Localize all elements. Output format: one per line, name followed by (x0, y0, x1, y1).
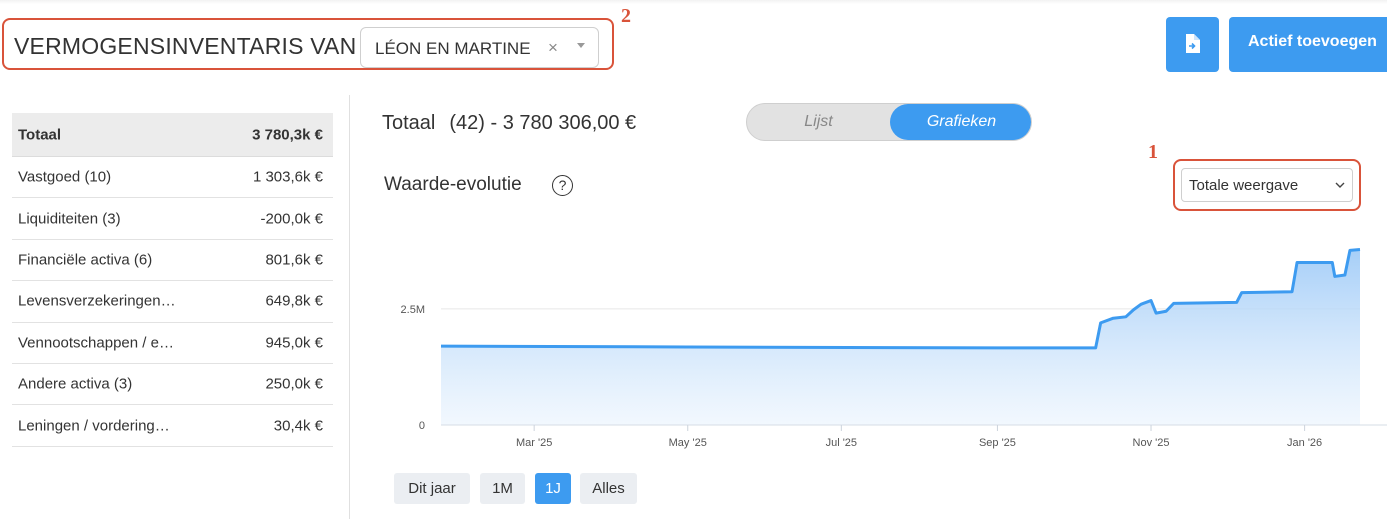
x-tick-label: Sep '25 (979, 437, 1016, 449)
summary-row-label: Liquiditeiten (3) (18, 210, 121, 228)
summary-row-amount: 1 303,6k € (252, 168, 323, 186)
value-evolution-chart: 0 2.5M Mar '25 May '25 Jul '25 Sep '25 Nov '25… (401, 248, 1387, 449)
add-asset-button-label: Actief toevoegen (1248, 33, 1377, 50)
total-label: Totaal (382, 112, 436, 134)
summary-row[interactable]: Levensverzekeringen… 649,8k € (12, 281, 333, 323)
x-tick-label: Jan '26 (1287, 437, 1322, 449)
summary-row-amount: 30,4k € (273, 417, 323, 435)
x-tick-label: Nov '25 (1133, 437, 1170, 449)
chart-title: Waarde-evolutie (384, 174, 522, 195)
export-button[interactable] (1166, 17, 1219, 72)
range-button-this-year[interactable]: Dit jaar (394, 473, 470, 504)
summary-row-label: Financiële activa (6) (18, 251, 153, 269)
x-tick-label: May '25 (669, 437, 707, 449)
file-export-icon (1186, 34, 1200, 53)
total-line: Totaal (42) - 3 780 306,00 € (382, 112, 636, 135)
view-select-highlight: Totale weergave (1173, 159, 1361, 211)
range-button-1m[interactable]: 1M (480, 473, 525, 504)
annotation-marker-2: 2 (621, 5, 631, 27)
summary-row-label: Andere activa (3) (18, 375, 133, 393)
total-count-value: (42) - 3 780 306,00 € (449, 112, 637, 134)
summary-row-amount: 801,6k € (265, 251, 323, 269)
summary-row-amount: 945,0k € (265, 334, 323, 352)
page-title: VERMOGENSINVENTARIS VAN (14, 33, 357, 59)
series-area (441, 249, 1360, 425)
summary-row[interactable]: Vennootschappen / e… 945,0k € (12, 323, 333, 364)
view-toggle: Lijst Grafieken (746, 103, 1032, 141)
clear-icon[interactable]: × (548, 38, 558, 58)
summary-row-amount: -200,0k € (260, 210, 323, 228)
title-row-highlight: VERMOGENSINVENTARIS VAN LÉON EN MARTINE … (2, 18, 614, 70)
view-select[interactable]: Totale weergave (1181, 168, 1353, 202)
summary-row[interactable]: Leningen / vordering… 30,4k € (12, 405, 333, 447)
summary-row[interactable]: Andere activa (3) 250,0k € (12, 364, 333, 406)
client-select-value: LÉON EN MARTINE (375, 39, 531, 58)
x-tick-label: Mar '25 (516, 437, 552, 449)
summary-total-amount: 3 780,3k € (252, 126, 323, 143)
summary-row-label: Vennootschappen / e… (18, 334, 174, 352)
caret-down-icon[interactable] (577, 43, 585, 48)
summary-row[interactable]: Vastgoed (10) 1 303,6k € (12, 157, 333, 199)
help-icon[interactable]: ? (552, 175, 573, 196)
toggle-charts[interactable]: Grafieken (890, 104, 1031, 140)
client-select[interactable]: LÉON EN MARTINE × (360, 27, 599, 68)
y-tick-label: 2.5M (401, 304, 425, 316)
annotation-marker-1: 1 (1148, 141, 1158, 163)
summary-row-label: Vastgoed (10) (18, 168, 112, 186)
toggle-list[interactable]: Lijst (747, 104, 890, 140)
summary-row-label: Leningen / vordering… (18, 417, 170, 435)
add-asset-button[interactable]: Actief toevoegen (1229, 17, 1387, 72)
summary-total-row[interactable]: Totaal 3 780,3k € (12, 113, 333, 157)
summary-row-amount: 649,8k € (265, 292, 323, 310)
summary-table: Totaal 3 780,3k € Vastgoed (10) 1 303,6k… (12, 113, 333, 447)
x-tick-label: Jul '25 (826, 437, 857, 449)
panel-divider (349, 95, 350, 519)
summary-row-amount: 250,0k € (265, 375, 323, 393)
y-tick-label: 0 (419, 420, 425, 432)
summary-row-label: Levensverzekeringen… (18, 292, 176, 310)
summary-row[interactable]: Liquiditeiten (3) -200,0k € (12, 198, 333, 240)
summary-total-label: Totaal (18, 126, 62, 143)
chevron-down-icon (1335, 182, 1345, 188)
range-button-1y[interactable]: 1J (535, 473, 571, 504)
range-button-all[interactable]: Alles (580, 473, 637, 504)
top-shadow (0, 0, 1387, 4)
view-select-value: Totale weergave (1189, 177, 1299, 194)
summary-row[interactable]: Financiële activa (6) 801,6k € (12, 240, 333, 282)
